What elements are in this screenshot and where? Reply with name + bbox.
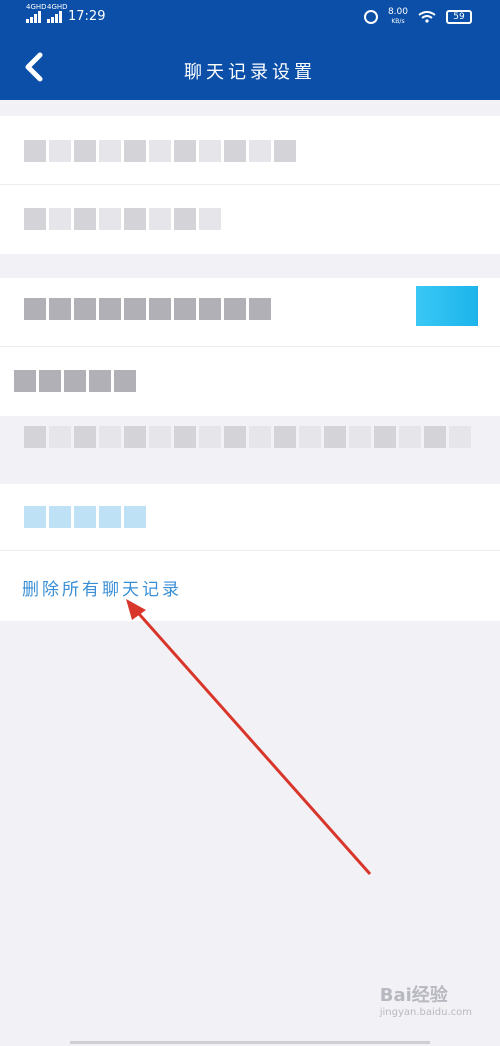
- battery-icon: 59: [446, 10, 472, 24]
- watermark-url: jingyan.baidu.com: [379, 1007, 472, 1018]
- signal-icon: 4GHD: [47, 3, 68, 23]
- settings-group-1: [0, 116, 500, 254]
- status-right: 8.00 KB/s 59: [363, 7, 472, 26]
- obscured-setting-row[interactable]: [24, 140, 296, 162]
- watermark-logo: Bai经验: [379, 985, 448, 1006]
- divider: [0, 184, 500, 185]
- obscured-setting-row: [24, 298, 271, 320]
- signal-icon: 4GHD: [26, 3, 47, 23]
- obscured-description: [24, 426, 471, 448]
- watermark: Bai经验 jingyan.baidu.com: [380, 981, 472, 1018]
- wifi-icon: [418, 11, 436, 23]
- setting-toggle[interactable]: [416, 286, 478, 326]
- obscured-setting-row[interactable]: [14, 370, 136, 392]
- delete-all-label: 删除所有聊天记录: [22, 580, 182, 600]
- title-bar: 聊天记录设置: [0, 36, 500, 100]
- status-time: 17:29: [68, 9, 106, 24]
- network-speed: 8.00 KB/s: [387, 7, 408, 26]
- divider: [0, 346, 500, 347]
- obscured-setting-row[interactable]: [24, 208, 221, 230]
- page-title: 聊天记录设置: [184, 62, 316, 83]
- obscured-link-row[interactable]: [24, 506, 146, 528]
- settings-group-3: [0, 484, 500, 550]
- delete-all-chat-history-button[interactable]: 删除所有聊天记录: [0, 551, 500, 621]
- gesture-bar[interactable]: [70, 1041, 430, 1044]
- status-bar: 4GHD 4GHD 17:29 8.00 KB/s 59: [0, 0, 500, 36]
- alarm-icon: [363, 10, 378, 24]
- status-left: 4GHD 4GHD 17:29: [26, 3, 106, 24]
